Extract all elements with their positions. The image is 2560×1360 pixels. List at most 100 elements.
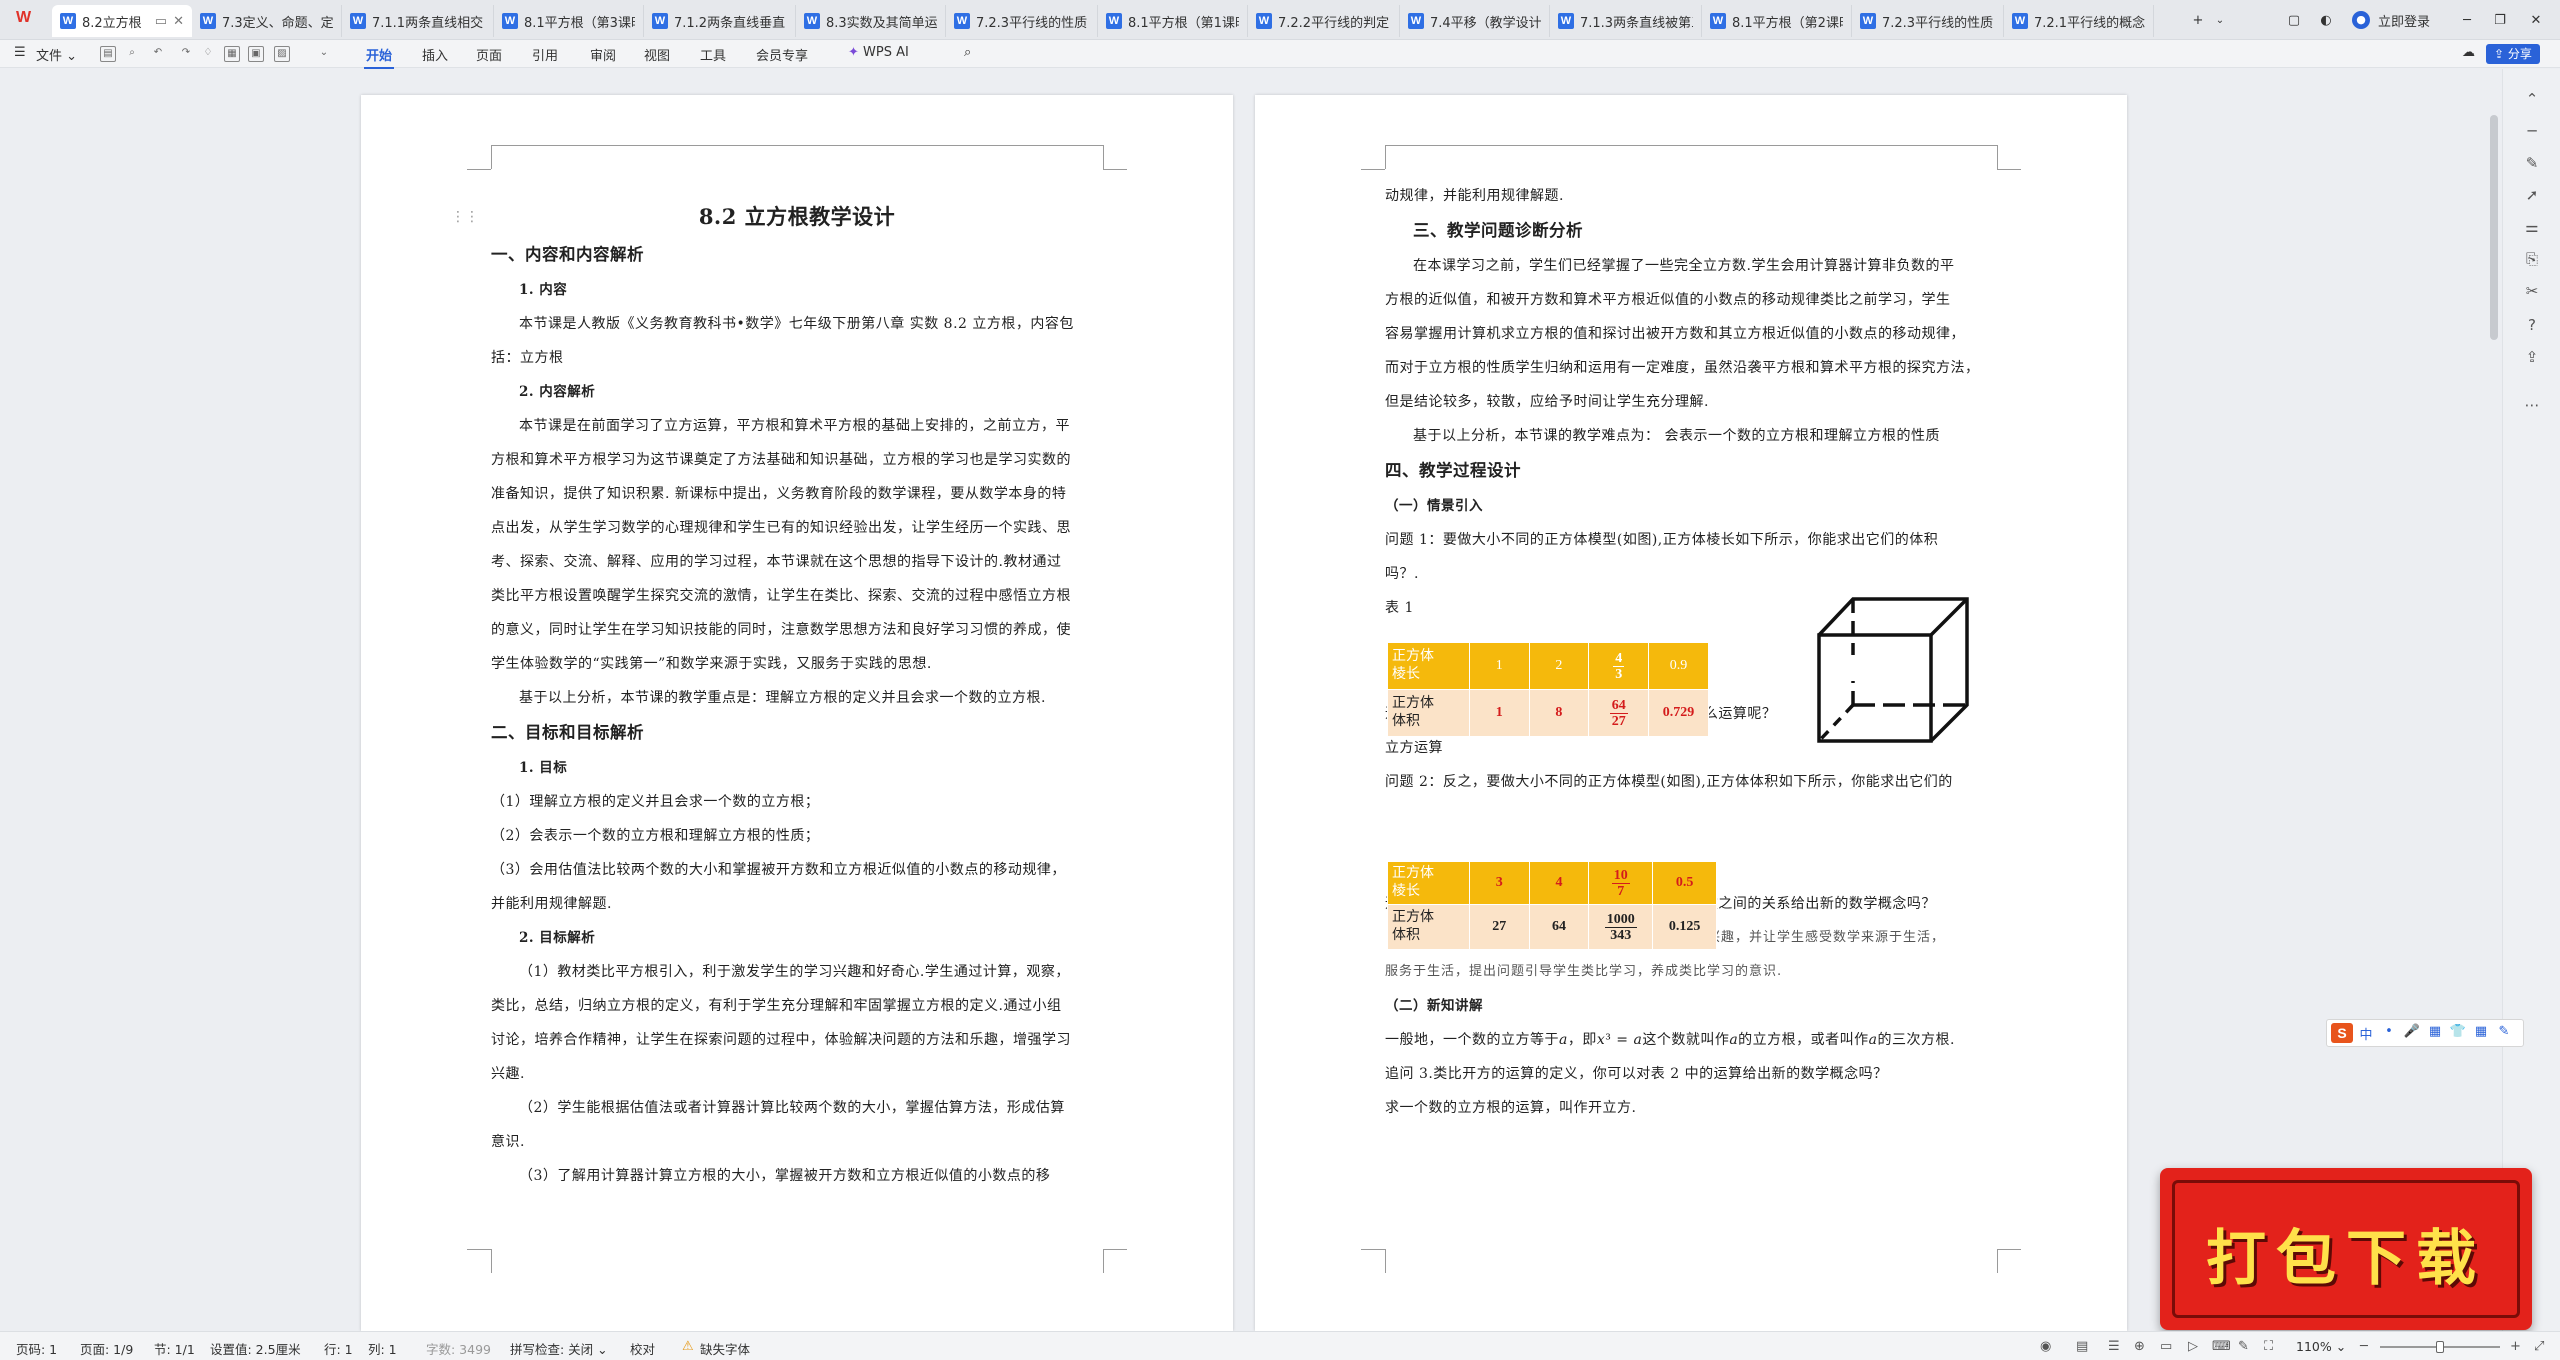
status-page-code[interactable]: 页码: 1 xyxy=(16,1339,57,1358)
tools-icon[interactable]: ✂ xyxy=(2522,281,2542,301)
write-mode-icon[interactable]: ⌨ xyxy=(2212,1339,2231,1354)
zoom-level[interactable]: 110% ⌄ xyxy=(2296,1339,2346,1354)
status-section[interactable]: 节: 1/1 xyxy=(154,1339,195,1358)
ime-item-icon[interactable]: ▦ xyxy=(2425,1024,2445,1043)
find-replace-icon[interactable]: ⌕ xyxy=(124,46,140,62)
help-icon[interactable]: ? xyxy=(2522,315,2542,335)
fit-screen-icon[interactable]: ⛶ xyxy=(2264,1339,2273,1354)
outline-view-icon[interactable]: ☰ xyxy=(2108,1339,2120,1354)
page-1-body[interactable]: 8.2 立方根教学设计 一、内容和内容解析 1. 内容 本节课是人教版《义务教育教科… xyxy=(491,197,1103,1193)
more-icon[interactable]: ⋯ xyxy=(2522,395,2542,415)
status-col[interactable]: 列: 1 xyxy=(368,1339,397,1358)
format-painter-icon[interactable]: ♢ xyxy=(200,46,216,62)
tab-list-chevron-icon[interactable]: ⌄ xyxy=(2212,8,2228,32)
zoom-slider-handle[interactable] xyxy=(2436,1341,2444,1353)
ribbon-tab[interactable]: 引用 xyxy=(532,45,558,64)
export-pdf-icon[interactable]: ▣ xyxy=(248,46,264,62)
theme-icon[interactable]: ◐ xyxy=(2316,8,2336,32)
web-view-icon[interactable]: ⊕ xyxy=(2134,1339,2145,1354)
page-view-icon[interactable]: ▤ xyxy=(2076,1339,2088,1354)
restore-icon[interactable]: ❐ xyxy=(2488,8,2512,32)
undo-icon[interactable]: ↶ xyxy=(150,46,166,62)
pen-icon[interactable]: ✎ xyxy=(2522,153,2542,173)
tab-document[interactable]: W 8.1平方根（第1课时 xyxy=(1098,5,1248,37)
search-icon[interactable]: ⌕ xyxy=(964,45,971,60)
print-preview-icon[interactable]: ▦ xyxy=(224,46,240,62)
file-menu[interactable]: 文件 ⌄ xyxy=(36,45,77,64)
login-button[interactable]: 立即登录 xyxy=(2378,8,2438,32)
cloud-sync-icon[interactable]: ☁ xyxy=(2462,45,2475,60)
ime-item-icon[interactable]: ✎ xyxy=(2494,1024,2514,1043)
tab-active-document[interactable]: W 8.2立方根（ ▭ ✕ xyxy=(52,5,192,37)
tab-close-icon[interactable]: ✕ xyxy=(173,14,184,29)
minus-icon[interactable]: ─ xyxy=(2522,121,2542,141)
ribbon-tab[interactable]: 开始 xyxy=(363,45,395,69)
zoom-out-icon[interactable]: ─ xyxy=(2360,1339,2368,1354)
page-1[interactable]: ⋮⋮ 8.2 立方根教学设计 一、内容和内容解析 1. 内容 本节课是人教版《义务教… xyxy=(361,95,1233,1331)
tab-document[interactable]: W 8.1平方根（第2课时 xyxy=(1702,5,1852,37)
tab-document[interactable]: W 7.2.2平行线的判定 xyxy=(1248,5,1400,37)
vertical-scrollbar[interactable] xyxy=(2490,115,2498,340)
picture-icon[interactable]: ▨ xyxy=(274,46,290,62)
ime-item-icon[interactable]: ▦ xyxy=(2471,1024,2491,1043)
window-layout-icon[interactable]: ▢ xyxy=(2284,8,2304,32)
zoom-in-icon[interactable]: + xyxy=(2510,1339,2521,1354)
tab-document[interactable]: W 7.1.3两条直线被第三 xyxy=(1550,5,1702,37)
download-badge[interactable]: 打包下载 xyxy=(2160,1168,2532,1330)
wps-logo-icon[interactable]: W xyxy=(16,9,42,31)
tab-document[interactable]: W 7.3定义、命题、定理 xyxy=(192,5,342,37)
fullscreen-icon[interactable]: ⤢ xyxy=(2534,1339,2544,1354)
ribbon-tab[interactable]: 工具 xyxy=(700,45,726,64)
share-rail-icon[interactable]: ⇪ xyxy=(2522,347,2542,367)
ime-item-icon[interactable]: 👕 xyxy=(2448,1024,2468,1043)
tab-document[interactable]: W 7.1.1两条直线相交 xyxy=(342,5,494,37)
translate-icon[interactable]: ⎘ xyxy=(2522,249,2542,269)
tab-document[interactable]: W 7.1.2两条直线垂直 xyxy=(644,5,796,37)
adjust-icon[interactable]: ⚌ xyxy=(2522,217,2542,237)
status-row[interactable]: 行: 1 xyxy=(324,1339,353,1358)
reading-mode-icon[interactable]: ▭ xyxy=(2160,1339,2172,1354)
table-2[interactable]: 正方体 棱长 3 4 10 7 0.5 正方体 体积 27 64 1000 343 … xyxy=(1387,861,1717,950)
ime-item-icon[interactable]: 中 xyxy=(2356,1024,2376,1043)
tab-document[interactable]: W 7.4平移（教学设计） xyxy=(1400,5,1550,37)
menu-icon[interactable]: ☰ xyxy=(14,45,26,60)
ribbon-tab[interactable]: 页面 xyxy=(476,45,502,64)
ime-item-icon[interactable]: • xyxy=(2379,1024,2399,1043)
save-icon[interactable]: ▤ xyxy=(100,46,116,62)
ribbon-tab[interactable]: 插入 xyxy=(422,45,448,64)
status-setting[interactable]: 设置值: 2.5厘米 xyxy=(210,1339,301,1358)
document-area[interactable]: ⋮⋮ 8.2 立方根教学设计 一、内容和内容解析 1. 内容 本节课是人教版《义务教… xyxy=(0,69,2500,1331)
ime-toolbar[interactable]: S 中 • 🎤 ▦ 👕 ▦ ✎ xyxy=(2326,1019,2524,1047)
ribbon-tab[interactable]: 视图 xyxy=(644,45,670,64)
status-pages[interactable]: 页面: 1/9 xyxy=(80,1339,133,1358)
page-2[interactable]: 动规律，并能利用规律解题. 三、教学问题诊断分析 在本课学习之前，学生们已经掌握了一… xyxy=(1255,95,2127,1331)
tab-document[interactable]: W 8.1平方根（第3课时 xyxy=(494,5,644,37)
more-dropdown-icon[interactable]: ⌄ xyxy=(316,46,332,62)
ribbon-tab[interactable]: 审阅 xyxy=(590,45,616,64)
tab-document[interactable]: W 7.2.3平行线的性质 xyxy=(1852,5,2004,37)
sogou-ime-icon[interactable]: S xyxy=(2331,1023,2353,1043)
status-words[interactable]: 字数: 3499 xyxy=(426,1339,491,1358)
ime-item-icon[interactable]: 🎤 xyxy=(2402,1024,2422,1043)
share-button[interactable]: ⇪ 分享 xyxy=(2486,44,2540,64)
status-spell-check[interactable]: 拼写检查: 关闭 ⌄ xyxy=(510,1339,608,1358)
new-tab-button[interactable]: + xyxy=(2188,8,2208,32)
tab-document[interactable]: W 7.2.3平行线的性质 xyxy=(946,5,1098,37)
tab-document[interactable]: W 7.2.1平行线的概念 xyxy=(2004,5,2154,37)
minimize-icon[interactable]: ─ xyxy=(2455,8,2479,32)
pin-icon[interactable]: ▭ xyxy=(155,14,167,29)
status-missing-font[interactable]: 缺失字体 xyxy=(700,1339,750,1358)
select-cursor-icon[interactable]: ➚ xyxy=(2522,185,2542,205)
play-icon[interactable]: ▷ xyxy=(2188,1339,2198,1354)
ribbon-tab[interactable]: ✦ WPS AI xyxy=(848,45,909,60)
close-icon[interactable]: ✕ xyxy=(2524,8,2548,32)
ribbon-tab[interactable]: 会员专享 xyxy=(756,45,808,64)
tab-document[interactable]: W 8.3实数及其简单运算 xyxy=(796,5,946,37)
drag-handle-icon[interactable]: ⋮⋮ xyxy=(451,209,479,225)
table-1[interactable]: 正方体 棱长 1 2 43 0.9 正方体 体积 1 8 64 27 0.729 xyxy=(1387,642,1709,737)
user-avatar-icon[interactable]: ● xyxy=(2350,8,2372,32)
collapse-icon[interactable]: ⌃ xyxy=(2522,89,2542,109)
edit-mode-icon[interactable]: ✎ xyxy=(2238,1339,2249,1354)
eye-protect-icon[interactable]: ◉ xyxy=(2040,1339,2051,1354)
redo-icon[interactable]: ↷ xyxy=(178,46,194,62)
